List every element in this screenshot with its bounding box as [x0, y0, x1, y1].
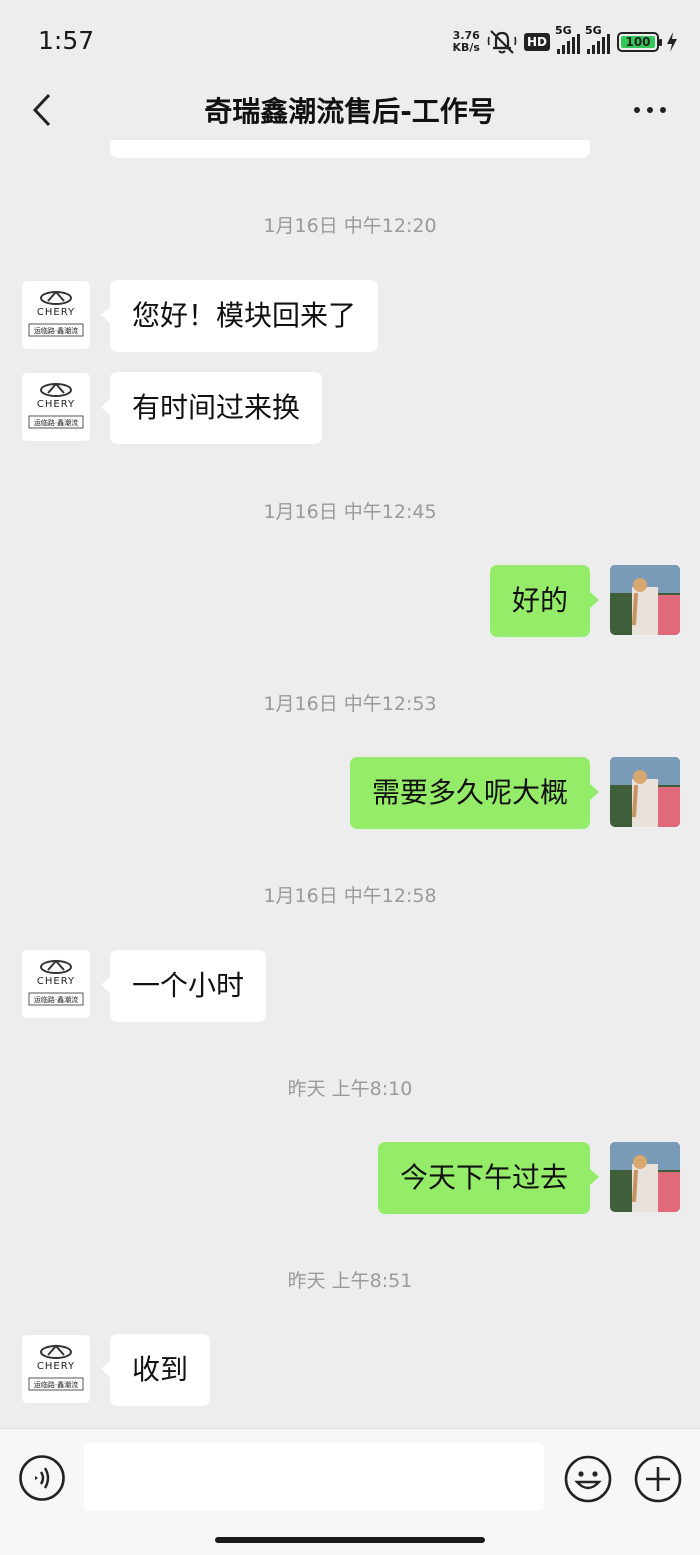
- user-avatar[interactable]: [610, 757, 680, 827]
- voice-icon: [19, 1455, 65, 1501]
- battery-icon: 100: [617, 32, 662, 52]
- charging-icon: [667, 32, 677, 52]
- incoming-message[interactable]: 一个小时: [100, 950, 267, 1022]
- chery-logo-icon: CHERY 运临路·鑫潮流: [28, 290, 84, 337]
- more-button[interactable]: [625, 88, 675, 132]
- message-timestamp: 1月16日 中午12:20: [263, 215, 437, 237]
- previous-message-bubble[interactable]: [110, 140, 590, 158]
- user-photo-icon: [610, 1142, 680, 1212]
- chery-logo-icon: CHERY 运临路·鑫潮流: [28, 1344, 84, 1391]
- more-functions-button[interactable]: [633, 1454, 683, 1504]
- message-timestamp: 1月16日 中午12:53: [263, 693, 437, 715]
- home-indicator[interactable]: [215, 1537, 485, 1543]
- contact-avatar[interactable]: CHERY 运临路·鑫潮流: [22, 373, 90, 441]
- network-type-2: 5G: [585, 24, 602, 37]
- network-type-1: 5G: [555, 24, 572, 37]
- chery-sub-text: 运临路·鑫潮流: [34, 1380, 78, 1389]
- network-speed: 3.76 KB/s: [453, 30, 480, 54]
- signal-icon: 5G: [555, 24, 580, 54]
- status-bar: 1:57 3.76 KB/s HD 5G 5G 100: [0, 0, 700, 80]
- emoji-button[interactable]: [563, 1454, 613, 1504]
- more-dots-icon: [634, 107, 640, 113]
- chat-header: 奇瑞鑫潮流售后-工作号: [0, 80, 700, 142]
- outgoing-message[interactable]: 好的: [489, 565, 600, 637]
- chery-brand-text: CHERY: [37, 399, 75, 410]
- network-speed-unit: KB/s: [452, 41, 480, 54]
- plus-icon: [634, 1455, 682, 1503]
- input-bar: [0, 1428, 700, 1555]
- chery-logo-icon: CHERY 运临路·鑫潮流: [28, 382, 84, 429]
- incoming-message[interactable]: 收到: [100, 1334, 211, 1406]
- chery-brand-text: CHERY: [37, 976, 75, 987]
- incoming-message[interactable]: 有时间过来换: [100, 372, 323, 444]
- contact-avatar[interactable]: CHERY 运临路·鑫潮流: [22, 1335, 90, 1403]
- emoji-icon: [564, 1455, 612, 1503]
- voice-button[interactable]: [18, 1454, 66, 1502]
- message-timestamp: 1月16日 中午12:58: [263, 885, 437, 907]
- chat-title: 奇瑞鑫潮流售后-工作号: [204, 95, 496, 128]
- chery-logo-icon: CHERY 运临路·鑫潮流: [28, 959, 84, 1006]
- incoming-message[interactable]: 您好！模块回来了: [100, 280, 379, 352]
- message-timestamp: 昨天 上午8:51: [287, 1270, 413, 1292]
- chery-brand-text: CHERY: [37, 1361, 75, 1372]
- outgoing-message[interactable]: 需要多久呢大概: [349, 757, 600, 829]
- battery-level: 100: [621, 35, 655, 49]
- contact-avatar[interactable]: CHERY 运临路·鑫潮流: [22, 281, 90, 349]
- chery-sub-text: 运临路·鑫潮流: [34, 326, 78, 335]
- user-avatar[interactable]: [610, 1142, 680, 1212]
- contact-avatar[interactable]: CHERY 运临路·鑫潮流: [22, 950, 90, 1018]
- hd-icon: HD: [523, 33, 550, 51]
- user-avatar[interactable]: [610, 565, 680, 635]
- chery-sub-text: 运临路·鑫潮流: [34, 418, 78, 427]
- status-icons: 3.76 KB/s HD 5G 5G 100: [453, 24, 679, 57]
- message-input[interactable]: [84, 1443, 544, 1511]
- mute-bell-icon: [487, 30, 517, 54]
- user-photo-icon: [610, 565, 680, 635]
- signal-icon: 5G: [585, 24, 610, 54]
- message-timestamp: 昨天 上午8:10: [287, 1078, 413, 1100]
- outgoing-message[interactable]: 今天下午过去: [377, 1142, 600, 1214]
- chery-brand-text: CHERY: [37, 307, 75, 318]
- user-photo-icon: [610, 757, 680, 827]
- chery-sub-text: 运临路·鑫潮流: [34, 995, 78, 1004]
- message-timestamp: 1月16日 中午12:45: [263, 501, 437, 523]
- status-time: 1:57: [38, 26, 95, 55]
